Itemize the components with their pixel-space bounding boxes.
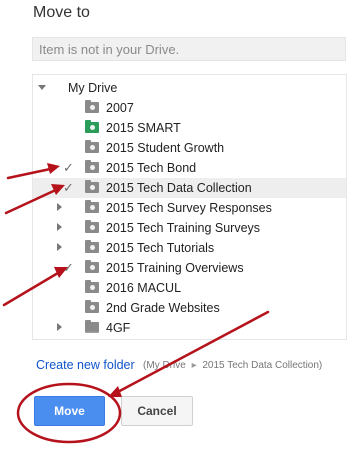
tree-folder-item[interactable]: 2nd Grade Websites [33, 298, 346, 318]
shared-folder-icon [85, 120, 99, 133]
tree-folder-label: 2015 Tech Tutorials [106, 241, 215, 255]
cancel-button[interactable]: Cancel [121, 396, 193, 426]
tree-folder-label: 2015 SMART [106, 121, 181, 135]
tree-folder-item[interactable]: 2015 Tech Survey Responses [33, 198, 346, 218]
shared-folder-icon [85, 240, 99, 253]
create-new-folder-link[interactable]: Create new folder [36, 358, 135, 372]
tree-folder-item[interactable]: ✓ 2015 Tech Bond [33, 158, 346, 178]
shared-folder-icon [85, 280, 99, 293]
tree-folder-label: 2015 Student Growth [106, 141, 225, 155]
shared-folder-icon [85, 100, 99, 113]
shared-folder-icon [85, 160, 99, 173]
path-root: (My Drive [143, 360, 186, 371]
tree-folder-label: 2015 Tech Data Collection [106, 181, 252, 195]
expand-arrow-icon[interactable] [57, 323, 62, 331]
tree-folder-label: 2015 Training Overviews [106, 261, 244, 275]
shared-folder-icon [85, 300, 99, 313]
tree-folder-item[interactable]: 2007 [33, 98, 346, 118]
tree-folder-label: 2015 Tech Survey Responses [106, 201, 272, 215]
tree-root-label: My Drive [68, 81, 118, 95]
tree-folder-item[interactable]: ✓ 2015 Training Overviews [33, 258, 346, 278]
check-icon: ✓ [63, 160, 74, 175]
tree-folder-label: 2016 MACUL [106, 281, 182, 295]
tree-folder-item[interactable]: 2015 Tech Training Surveys [33, 218, 346, 238]
notice-banner: Item is not in your Drive. [32, 37, 346, 61]
path-target: 2015 Tech Data Collection) [202, 360, 323, 371]
tree-folder-item[interactable]: ✓ 2015 Tech Data Collection [33, 178, 346, 198]
tree-folder-label: 2nd Grade Websites [106, 301, 220, 315]
folder-tree[interactable]: My Drive 2007 2015 SMART 2015 Student Grow… [32, 74, 347, 340]
check-icon: ✓ [63, 180, 74, 195]
shared-folder-icon [85, 200, 99, 213]
tree-folder-item[interactable]: 2015 SMART [33, 118, 346, 138]
shared-folder-icon [85, 140, 99, 153]
expand-arrow-icon[interactable] [57, 223, 62, 231]
tree-fade [33, 331, 346, 339]
expand-arrow-icon[interactable] [57, 203, 62, 211]
path-separator-icon: ▸ [191, 360, 197, 371]
shared-folder-icon [85, 180, 99, 193]
tree-folder-label: 2015 Tech Bond [106, 161, 197, 175]
tree-folder-item[interactable]: 2015 Student Growth [33, 138, 346, 158]
annotation-arrowhead-4 [108, 386, 122, 397]
expand-arrow-icon[interactable] [57, 243, 62, 251]
shared-folder-icon [85, 220, 99, 233]
tree-folder-item[interactable]: 2016 MACUL [33, 278, 346, 298]
destination-path: (My Drive ▸ 2015 Tech Data Collection) [143, 360, 322, 371]
tree-folder-item[interactable]: 2015 Tech Tutorials [33, 238, 346, 258]
move-button[interactable]: Move [34, 396, 105, 426]
expand-arrow-icon[interactable] [38, 85, 46, 90]
dialog-title: Move to [33, 4, 90, 21]
check-icon: ✓ [63, 260, 74, 275]
tree-folder-label: 2007 [106, 101, 134, 115]
tree-folder-label: 2015 Tech Training Surveys [106, 221, 261, 235]
tree-root-my-drive[interactable]: My Drive [33, 78, 346, 98]
shared-folder-icon [85, 260, 99, 273]
